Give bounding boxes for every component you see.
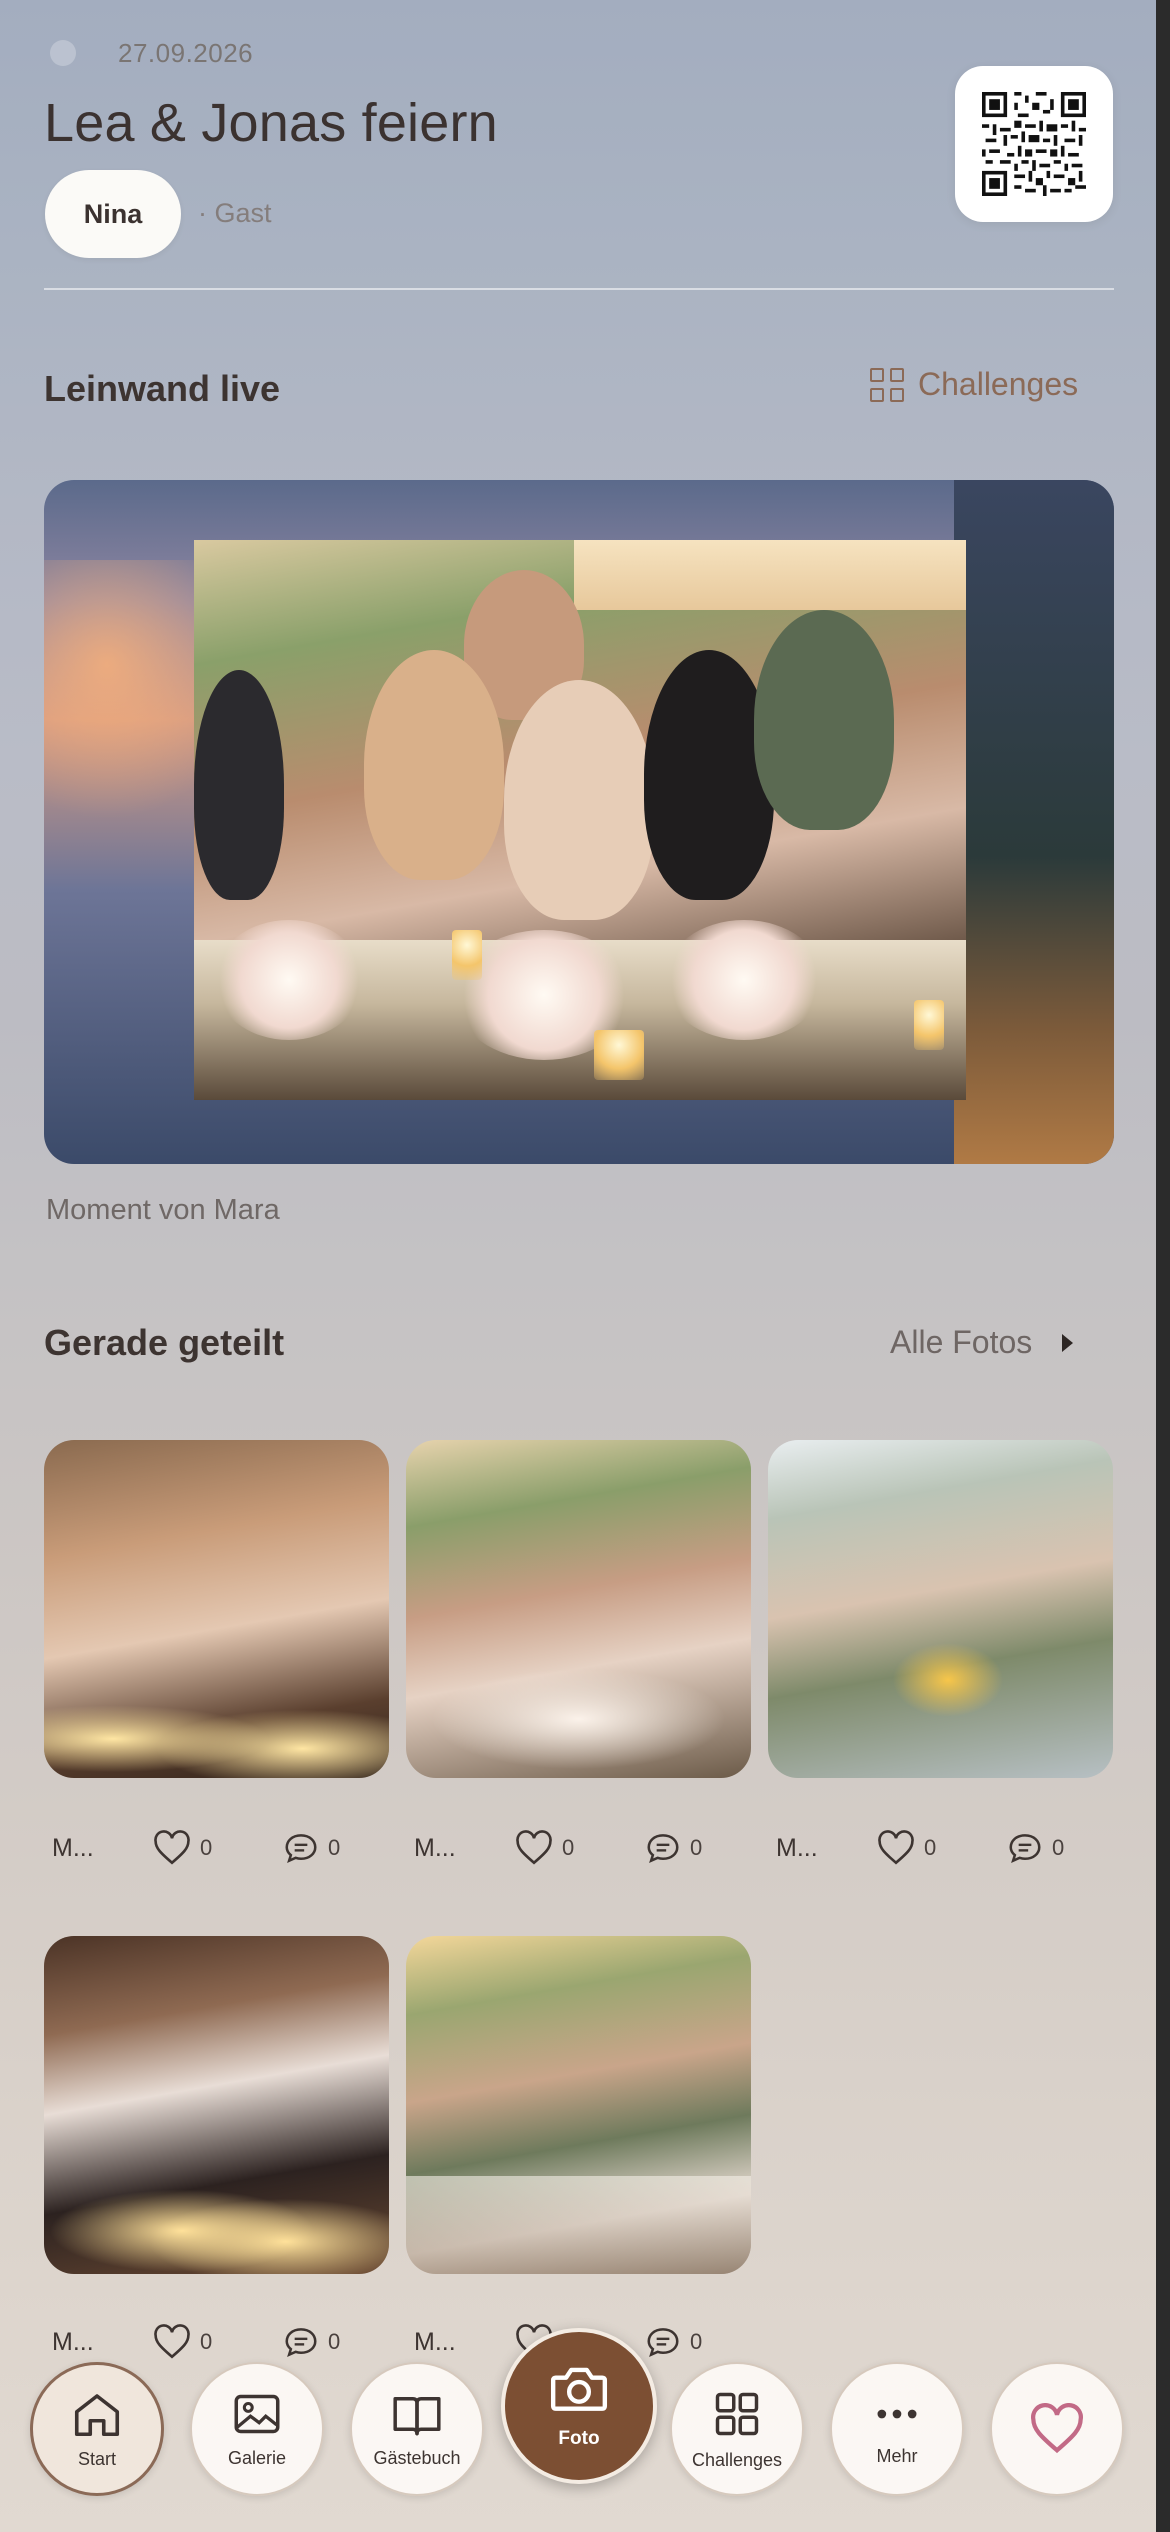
thumb-flowers: [406, 1660, 751, 1778]
heart-icon: [154, 1830, 190, 1865]
live-photo: [194, 540, 966, 1100]
user-name-chip[interactable]: Nina: [45, 170, 181, 258]
photo-thumbnail[interactable]: [768, 1440, 1113, 1778]
like-button[interactable]: 0: [152, 1830, 282, 1866]
live-section-title: Leinwand live: [44, 368, 281, 409]
photo-candle: [914, 1000, 944, 1050]
book-icon: [393, 2396, 441, 2435]
photo-person: [504, 680, 654, 920]
favorite-button[interactable]: [990, 2362, 1124, 2496]
header-divider: [44, 288, 1114, 290]
like-count: 0: [924, 1835, 937, 1860]
like-count: 0: [200, 1835, 213, 1860]
thumb-candles: [44, 2166, 389, 2274]
photo-meta: M... 0 0: [776, 1828, 1064, 1868]
nav-foto-label: Foto: [558, 2428, 600, 2449]
nav-galerie-label: Galerie: [227, 2447, 287, 2468]
photo-flowers: [664, 920, 824, 1040]
live-canvas[interactable]: [44, 480, 1114, 1164]
challenges-link[interactable]: Challenges: [870, 366, 1078, 403]
thumb-candles: [44, 1680, 389, 1778]
heart-icon: [516, 1830, 552, 1865]
background-hills: [954, 480, 1114, 1164]
scrollbar[interactable]: [1156, 0, 1170, 2532]
chevron-right-icon: [1062, 1333, 1074, 1352]
photo-uploader: M...: [52, 1833, 94, 1862]
photo-uploader: M...: [776, 1833, 818, 1862]
qr-code-button[interactable]: [955, 66, 1113, 222]
app-screen: 27.09.2026 Lea & Jonas feiern Nina · Gas…: [0, 0, 1156, 2532]
nav-challenges-label: Challenges: [691, 2449, 783, 2470]
photo-thumbnail[interactable]: [406, 1440, 751, 1778]
image-icon: [234, 2394, 280, 2433]
photo-meta: M... 0 0: [52, 1828, 340, 1868]
challenges-link-label: Challenges: [918, 366, 1079, 402]
nav-start[interactable]: Start: [30, 2362, 164, 2496]
grid-icon: [870, 367, 904, 402]
page-title: Lea & Jonas feiern: [44, 93, 498, 153]
photo-thumbnail[interactable]: [44, 1440, 389, 1778]
qr-code-icon: [982, 92, 1086, 196]
like-button[interactable]: 0: [514, 1830, 644, 1866]
like-button[interactable]: 0: [876, 1830, 1006, 1866]
user-role: · Gast: [198, 198, 272, 228]
nav-mehr[interactable]: Mehr: [830, 2362, 964, 2496]
photo-person: [364, 650, 504, 880]
photo-meta: M... 0 0: [414, 1828, 702, 1868]
thumb-table: [406, 2176, 751, 2274]
photo-person: [194, 670, 284, 900]
camera-icon: [550, 2367, 608, 2411]
heart-icon: [1031, 2403, 1083, 2454]
photo-thumbnail[interactable]: [44, 1936, 389, 2274]
nav-start-label: Start: [77, 2448, 116, 2469]
photo-uploader: M...: [414, 1833, 456, 1862]
nav-gaestebuch[interactable]: Gästebuch: [350, 2362, 484, 2496]
like-count: 0: [562, 1835, 575, 1860]
comment-button[interactable]: 0: [1006, 1830, 1064, 1866]
event-date: 27.09.2026: [118, 38, 254, 68]
photo-thumbnail[interactable]: [406, 1936, 751, 2274]
photo-person: [644, 650, 774, 900]
nav-foto[interactable]: Foto: [501, 2328, 657, 2484]
comment-icon: [647, 1834, 679, 1863]
comment-count: 0: [1052, 1835, 1065, 1860]
heart-icon: [878, 1830, 914, 1865]
nav-galerie[interactable]: Galerie: [190, 2362, 324, 2496]
photo-candle: [594, 1030, 644, 1080]
comment-count: 0: [690, 1835, 703, 1860]
shared-section-title: Gerade geteilt: [44, 1322, 285, 1363]
more-icon: [877, 2409, 917, 2418]
photo-candle: [452, 930, 482, 980]
all-photos-link[interactable]: Alle Fotos: [890, 1324, 1074, 1361]
comment-icon: [285, 1834, 317, 1863]
comment-count: 0: [328, 1835, 341, 1860]
photo-flowers: [214, 920, 364, 1040]
photo-person: [754, 610, 894, 830]
nav-mehr-label: Mehr: [876, 2445, 918, 2466]
event-avatar: [50, 40, 76, 66]
thumb-drinks: [888, 1640, 1008, 1720]
live-caption: Moment von Mara: [46, 1194, 280, 1226]
photo-sky: [574, 540, 966, 610]
home-icon: [74, 2393, 120, 2436]
all-photos-label: Alle Fotos: [890, 1324, 1033, 1360]
user-name: Nina: [83, 198, 143, 229]
grid-icon: [715, 2392, 759, 2435]
comment-icon: [1009, 1834, 1041, 1863]
nav-challenges[interactable]: Challenges: [670, 2362, 804, 2496]
comment-button[interactable]: 0: [644, 1830, 702, 1866]
nav-gaestebuch-label: Gästebuch: [373, 2447, 461, 2468]
comment-button[interactable]: 0: [282, 1830, 340, 1866]
